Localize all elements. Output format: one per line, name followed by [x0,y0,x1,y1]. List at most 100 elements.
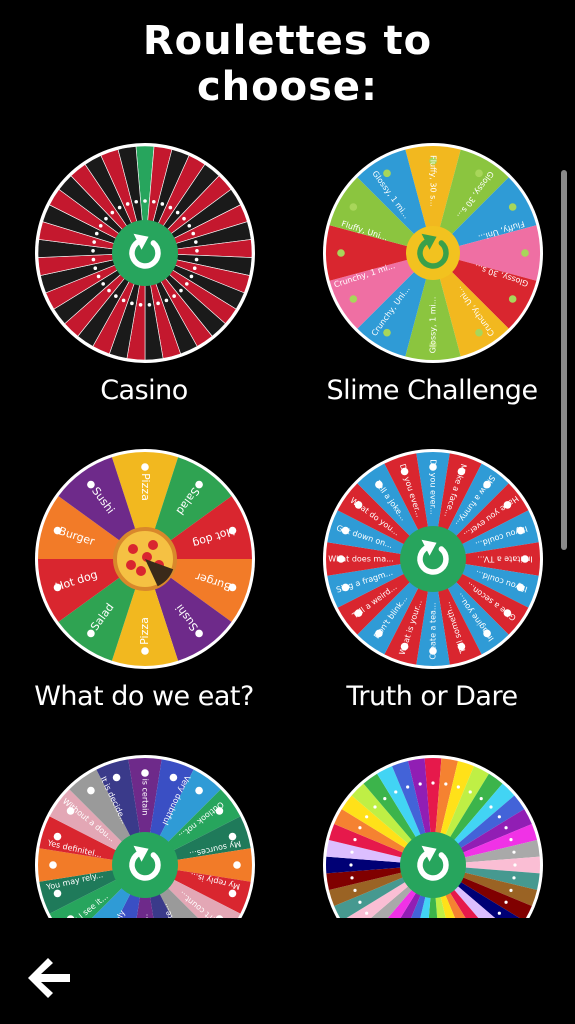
colors-wheel-graphic [323,755,543,918]
wheel-dot [49,861,57,869]
magic-ball-wheel-graphic: It is certain Very doubtfulOutlook not...… [35,755,255,918]
wheel-dot [383,328,391,337]
roulette-grid[interactable]: Casino Fluffy, 30 s... Glossy, 30 s... Flu… [0,130,575,918]
wheel-dot [479,797,483,801]
wheel-dot [195,480,203,489]
wheel-dot [431,781,435,785]
wheel-dot [418,782,422,786]
back-button[interactable] [22,952,74,1004]
wheel-dot [134,199,139,204]
wheel-segment-label: Do you ever... [429,459,438,515]
wheel-dot [164,298,169,303]
wheel-dot [87,786,95,795]
wheel-dot [141,647,149,655]
page-title-line-2: choose: [196,64,379,110]
wheel-dot [489,805,493,809]
wheel-dot [91,257,96,262]
wheel-dot [185,282,189,286]
wheel-segment-label: Imitate a TV... [477,555,532,564]
wheel-dot [195,629,203,638]
wheel-dot [365,815,369,819]
wheel-dot [160,202,165,206]
wheel-dot [353,888,357,892]
roulette-label-what-do-we-eat: What do we eat? [34,681,254,712]
wheel-dot [107,288,111,293]
wheel-segment-label: Create a tea... [429,602,438,659]
wheel-dot [349,295,358,303]
pepperoni [128,544,138,554]
page-title: Roulettes to choose: [0,18,575,110]
roulette-label-casino: Casino [100,375,188,406]
truth-or-dare-wheel[interactable]: Do you ever... Make a face... Show a funny… [322,448,544,670]
wheel-dot [521,249,529,257]
colors-wheel[interactable] [322,754,544,918]
roulette-tile-truth-or-dare[interactable]: Do you ever... Make a face... Show a funny… [302,448,562,748]
roulette-label-truth-or-dare: Truth or Dare [346,681,518,712]
wheel-dot [168,205,173,210]
wheel-dot [175,210,180,215]
wheel-dot [512,850,516,854]
wheel-dot [475,328,483,337]
wheel-dot [194,240,198,244]
wheel-dot [187,223,192,228]
wheel-dot [349,863,353,867]
roulette-tile-slime-challenge[interactable]: Fluffy, 30 s... Glossy, 30 s... Fluffy, Un… [302,142,562,442]
app-screen: Roulettes to choose: Casino Fluffy, 30 s… [0,0,575,1024]
wheel-dot [497,815,501,819]
roulette-tile-casino[interactable]: Casino [14,142,274,442]
wheel-dot [182,216,186,221]
wheel-dot [353,838,357,842]
wheel-dot [192,266,197,271]
pepperoni [148,540,158,550]
wheel-segment-label: Pizza [138,617,151,645]
wheel-dot [444,782,448,786]
wheel-dot [101,282,105,286]
roulette-tile-colors[interactable] [302,754,562,918]
spin-button [112,832,178,898]
wheel-segment-label: Pizza [139,473,152,501]
slime-challenge-wheel[interactable]: Fluffy, 30 s... Glossy, 30 s... Fluffy, Un… [322,142,544,364]
wheel-dot [508,295,517,303]
casino-wheel-graphic [35,143,255,363]
wheel-dot [394,790,398,794]
wheel-dot [147,303,152,307]
wheel-dot [509,888,513,892]
wheel-dot [337,249,345,257]
wheel-dot [456,785,460,789]
scrollbar[interactable] [561,170,567,550]
wheel-dot [143,199,147,203]
wheel-dot [141,463,149,471]
truth-or-dare-wheel-graphic: Do you ever... Make a face...Show a funny… [323,449,543,669]
pepperoni [136,566,146,576]
wheel-dot [349,203,358,211]
what-do-we-eat-wheel[interactable]: Pizza Salad Hot dog Burger Sushi Pizza Salad Ho… [34,448,256,670]
pepperoni [126,560,136,570]
magic-ball-wheel[interactable]: It is certain Very doubtful Outlook not...… [34,754,256,918]
wheel-dot [373,805,377,809]
wheel-dot [513,863,517,867]
spin-button [406,226,460,280]
wheel-dot [504,826,508,830]
wheel-dot [91,248,95,253]
wheel-dot [383,169,391,178]
wheel-dot [508,203,517,211]
what-do-we-eat-wheel-graphic: Pizza SaladHot dogBurgerSushiPizzaSaladHo… [35,449,255,669]
wheel-segment-label: Ask again... [141,914,150,918]
wheel-segment-label: What does ma... [328,555,394,564]
wheel-dot [358,826,362,830]
wheel-dot [475,169,483,178]
spin-button [400,832,466,898]
wheel-dot [194,257,199,262]
casino-wheel[interactable] [34,142,256,364]
wheel-dot [512,876,516,880]
wheel-dot [138,303,143,307]
roulette-tile-what-do-we-eat[interactable]: Pizza Salad Hot dog Burger Sushi Pizza Salad Ho… [14,448,274,748]
roulette-tile-magic-ball[interactable]: It is certain Very doubtful Outlook not...… [14,754,274,918]
wheel-dot [121,298,126,303]
wheel-dot [92,240,96,244]
spin-button [400,526,466,592]
wheel-dot [383,797,387,801]
wheel-dot [179,288,183,293]
wheel-dot [114,294,118,298]
wheel-dot [172,294,176,298]
